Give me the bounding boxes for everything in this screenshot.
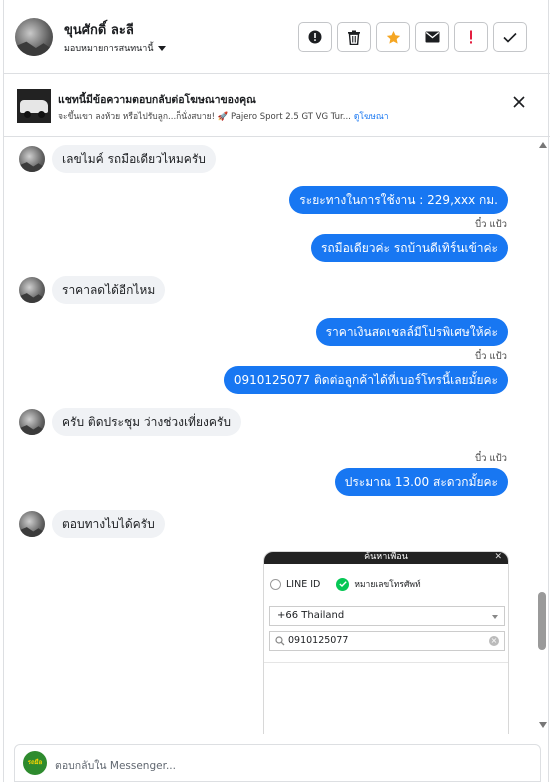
checkmark-circle-icon: [336, 577, 350, 591]
outgoing-message: ประมาณ 13.00 สะดวกมั้ยคะ: [334, 468, 508, 496]
ad-thumbnail[interactable]: [17, 89, 51, 123]
contact-avatar[interactable]: [15, 18, 53, 56]
message-thread[interactable]: เลขไมค์ รถมือเดียวไหมครับ ระยะทางในการใช…: [4, 138, 536, 734]
conversation-toolbar: [298, 22, 527, 52]
outgoing-message: รถมือเดียวค่ะ รถบ้านดีเทิร์นเข้าค่ะ: [310, 234, 508, 262]
seen-by-label: บี๋ว แป้ว: [475, 351, 507, 362]
ad-reply-banner: แชทนี้มีข้อความตอบกลับต่อโฆษณาของคุณ จะข…: [4, 74, 550, 137]
chevron-down-icon: [492, 615, 498, 619]
seen-by-label: บี๋ว แป้ว: [475, 219, 507, 230]
star-button[interactable]: [376, 22, 410, 52]
alert-circle-icon: [308, 30, 322, 44]
thread-scrollbar[interactable]: [536, 138, 550, 734]
option-phone-label: หมายเลขโทรศัพท์: [354, 580, 421, 590]
incoming-message: ราคาลดได้อีกไหม: [52, 276, 166, 304]
scroll-up-arrow-icon[interactable]: [539, 142, 547, 148]
assign-conversation-dropdown[interactable]: มอบหมายการสนทนานี้: [64, 41, 166, 55]
chevron-down-icon: [157, 45, 166, 51]
follow-up-button[interactable]: [454, 22, 488, 52]
incoming-message: เลขไมค์ รถมือเดียวไหมครับ: [52, 145, 216, 173]
scrollbar-thumb[interactable]: [538, 592, 546, 650]
delete-button[interactable]: [337, 22, 371, 52]
radio-line-id: [270, 578, 281, 590]
scroll-down-arrow-icon[interactable]: [539, 722, 547, 728]
ad-description: จะขึ้นเขา ลงห้วย หรือไปรับลูก...ก็นั่งสบ…: [58, 112, 351, 122]
trash-icon: [348, 30, 360, 45]
outgoing-message: 0910125077 ติดต่อลูกค้าได้ที่เบอร์โทรนี้…: [223, 366, 508, 394]
outgoing-message: ราคาเงินสดเชลล์มีโปรพิเศษให้ค่ะ: [315, 318, 508, 346]
seen-by-label: บี๋ว แป้ว: [475, 453, 507, 464]
star-icon: [386, 30, 400, 44]
close-icon: ✕: [494, 552, 502, 562]
exclamation-icon: [470, 30, 472, 44]
view-ad-link[interactable]: ดูโฆษณา: [354, 109, 389, 123]
ad-banner-subtitle: จะขึ้นเขา ลงห้วย หรือไปรับลูก...ก็นั่งสบ…: [58, 109, 389, 123]
contact-avatar-small: [19, 146, 45, 172]
mark-done-button[interactable]: [493, 22, 527, 52]
country-select: +66 Thailand: [269, 606, 505, 626]
conversation-panel: ขุนศักดิ์ ละลี มอบหมายการสนทนานี้ แชทนี้…: [3, 0, 550, 782]
contact-avatar-small: [19, 277, 45, 303]
ad-banner-title: แชทนี้มีข้อความตอบกลับต่อโฆษณาของคุณ: [58, 94, 256, 106]
phone-value: 0910125077: [288, 635, 349, 646]
outgoing-message: ระยะทางในการใช้งาน : 229,xxx กม.: [289, 186, 508, 214]
close-icon[interactable]: [513, 96, 525, 108]
mark-unread-button[interactable]: [415, 22, 449, 52]
reply-input[interactable]: ตอบกลับใน Messenger...: [55, 757, 176, 774]
envelope-icon: [425, 31, 439, 43]
contact-avatar-small: [19, 409, 45, 435]
country-value: +66 Thailand: [277, 610, 345, 621]
divider: [264, 662, 508, 663]
page-avatar: รถมือสอง: [23, 751, 47, 775]
incoming-message: ครับ ติดประชุม ว่างช่วงเที่ยงครับ: [52, 408, 241, 436]
contact-name[interactable]: ขุนศักดิ์ ละลี: [64, 19, 134, 40]
assign-label: มอบหมายการสนทนานี้: [64, 44, 154, 54]
search-icon: [275, 636, 285, 646]
incoming-message: ตอบทางไบได้ครับ: [52, 510, 165, 538]
clear-icon: ×: [489, 636, 499, 646]
phone-search-field: 0910125077 ×: [269, 631, 505, 651]
search-type-options: LINE ID หมายเลขโทรศัพท์: [270, 577, 421, 591]
image-attachment[interactable]: ค้นหาเพื่อน ✕ LINE ID หมายเลขโทรศัพท์ +6…: [263, 551, 509, 734]
attachment-header-title: ค้นหาเพื่อน: [364, 552, 408, 562]
option-line-id-label: LINE ID: [286, 578, 321, 590]
checkmark-icon: [503, 32, 517, 43]
reply-composer[interactable]: รถมือสอง ตอบกลับใน Messenger...: [14, 744, 541, 782]
conversation-header: ขุนศักดิ์ ละลี มอบหมายการสนทนานี้: [4, 0, 550, 74]
attachment-header: ค้นหาเพื่อน ✕: [264, 552, 508, 564]
mark-spam-button[interactable]: [298, 22, 332, 52]
contact-avatar-small: [19, 511, 45, 537]
